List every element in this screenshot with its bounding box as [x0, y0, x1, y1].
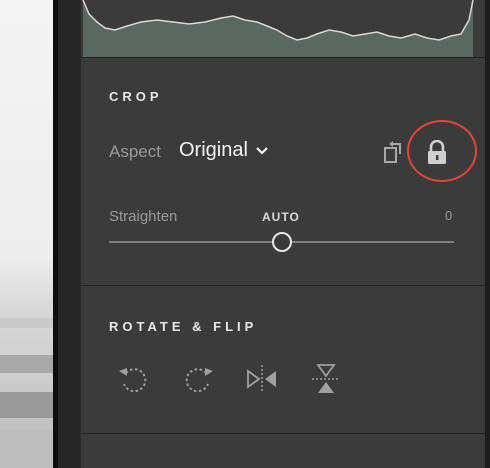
chevron-down-icon	[256, 146, 268, 155]
edit-panel: CROP Aspect Original Straighten AUTO 0 R…	[80, 0, 490, 468]
aspect-value: Original	[179, 139, 248, 161]
auto-straighten-button[interactable]: AUTO	[262, 210, 300, 224]
straighten-slider-thumb[interactable]	[271, 232, 292, 252]
section-divider	[81, 57, 485, 58]
straighten-label: Straighten	[109, 208, 178, 225]
rotate-aspect-icon[interactable]	[383, 139, 407, 165]
flip-vertical-icon[interactable]	[309, 362, 343, 396]
rotate-right-icon[interactable]	[181, 362, 215, 396]
histogram	[81, 0, 477, 57]
rotate-flip-section-title: ROTATE & FLIP	[109, 319, 258, 334]
straighten-value: 0	[445, 208, 453, 223]
section-divider	[81, 433, 485, 434]
flip-horizontal-icon[interactable]	[245, 362, 279, 396]
panel-edge	[485, 0, 490, 468]
panel-gutter	[58, 0, 80, 468]
crop-section-title: CROP	[109, 89, 163, 104]
aspect-label: Aspect	[109, 142, 161, 161]
section-divider	[81, 285, 485, 286]
highlight-ring	[407, 120, 477, 182]
photo-preview	[0, 0, 53, 468]
rotate-left-icon[interactable]	[117, 362, 151, 396]
aspect-dropdown[interactable]: Original	[179, 139, 270, 162]
